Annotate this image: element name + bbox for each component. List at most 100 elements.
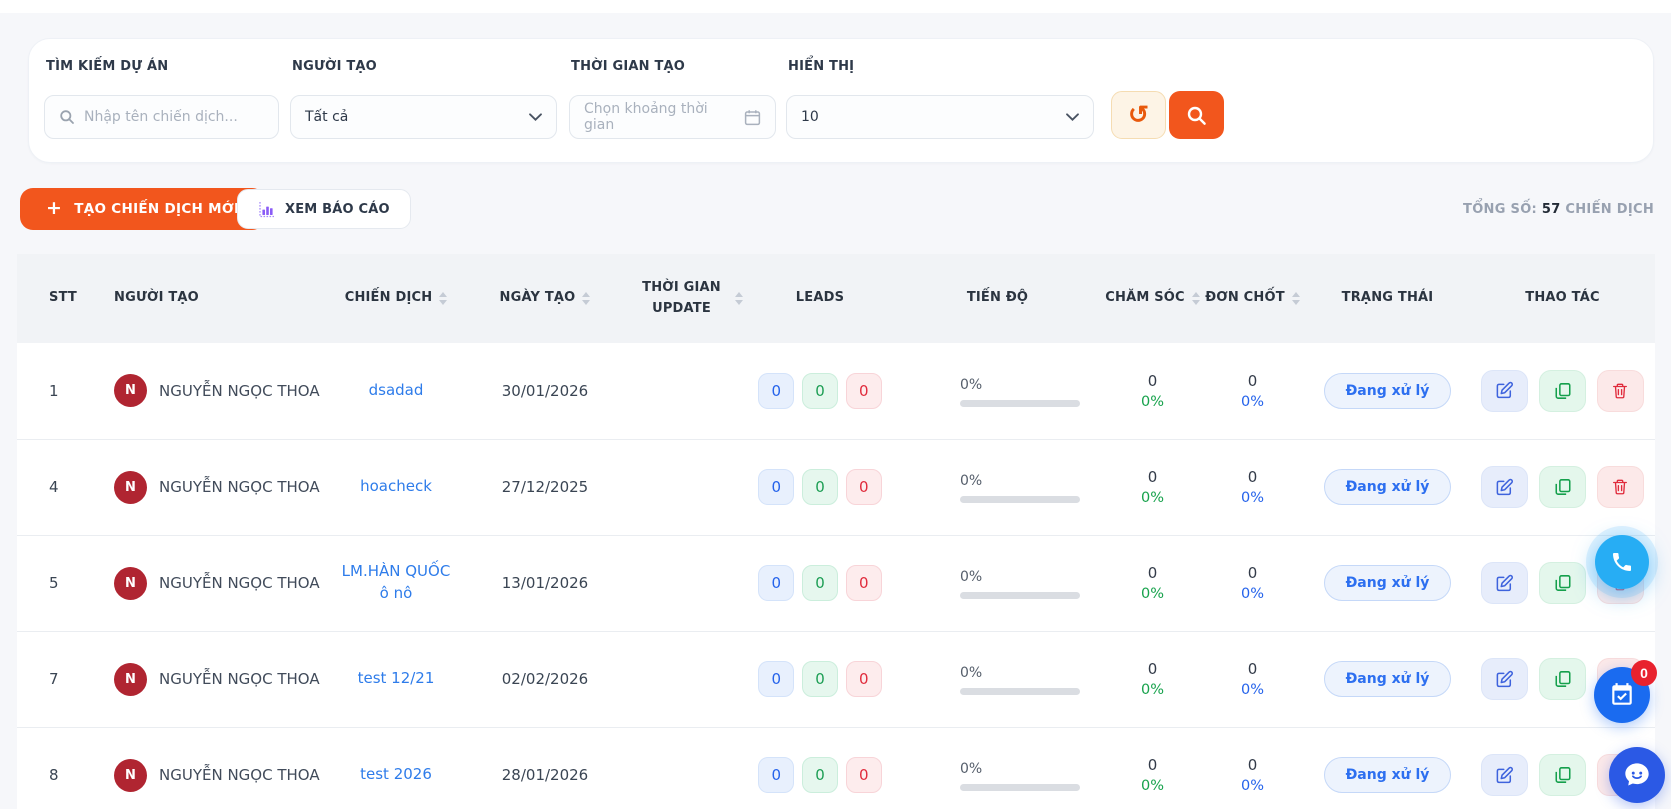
sort-icon[interactable] [1192, 292, 1200, 305]
date-range-input[interactable]: Chọn khoảng thời gian [569, 95, 776, 139]
header-status: TRẠNG THÁI [1305, 254, 1470, 343]
progress: 0% [960, 567, 1080, 599]
duplicate-button[interactable] [1539, 754, 1586, 796]
updated-date [628, 727, 750, 809]
chat-floating-button[interactable] [1609, 747, 1665, 803]
leads-cell: 0 0 0 [750, 727, 890, 809]
campaign-link[interactable]: LM.HÀN QUỐC ô nô [340, 561, 452, 605]
delete-button[interactable] [1597, 466, 1644, 508]
edit-button[interactable] [1481, 562, 1528, 604]
care-count: 0 [1105, 468, 1200, 486]
care-percent: 0% [1105, 490, 1200, 506]
sort-icon[interactable] [439, 292, 447, 305]
creator-cell: N NGUYỄN NGỌC THOA [114, 663, 330, 696]
campaign-link[interactable]: hoacheck [360, 476, 432, 498]
edit-pencil-icon [1495, 381, 1514, 400]
duplicate-button[interactable] [1539, 466, 1586, 508]
duplicate-button[interactable] [1539, 658, 1586, 700]
leads-new-badge: 0 [758, 757, 794, 793]
header-created[interactable]: NGÀY TẠO [462, 254, 628, 343]
campaign-link[interactable]: test 12/21 [358, 668, 435, 690]
header-closed[interactable]: ĐƠN CHỐT [1200, 254, 1305, 343]
status-badge: Đang xử lý [1324, 565, 1452, 601]
table-row: 7 N NGUYỄN NGỌC THOA test 12/21 02/02/20… [17, 631, 1655, 727]
header-care[interactable]: CHĂM SÓC [1105, 254, 1200, 343]
header-progress: TIẾN ĐỘ [890, 254, 1105, 343]
duplicate-button[interactable] [1539, 562, 1586, 604]
creator-select[interactable]: Tất cả [290, 95, 557, 139]
duplicate-button[interactable] [1539, 370, 1586, 412]
status-badge: Đang xử lý [1324, 757, 1452, 793]
copy-icon [1554, 382, 1572, 400]
closed-cell: 0 0% [1200, 564, 1305, 602]
avatar: N [114, 374, 147, 407]
search-text-input[interactable] [84, 109, 264, 125]
call-floating-button[interactable] [1595, 535, 1649, 589]
avatar: N [114, 759, 147, 792]
search-label: TÌM KIẾM DỰ ÁN [46, 59, 168, 74]
edit-pencil-icon [1495, 478, 1514, 497]
creator-name: NGUYỄN NGỌC THOA [159, 574, 320, 592]
leads-cell: 0 0 0 [750, 631, 890, 727]
delete-button[interactable] [1597, 370, 1644, 412]
status-badge: Đang xử lý [1324, 469, 1452, 505]
edit-button[interactable] [1481, 754, 1528, 796]
care-count: 0 [1105, 372, 1200, 390]
campaign-link[interactable]: dsadad [369, 380, 424, 402]
created-date: 28/01/2026 [462, 727, 628, 809]
edit-button[interactable] [1481, 658, 1528, 700]
progress-bar [960, 784, 1080, 791]
search-input[interactable] [44, 95, 279, 139]
table-row: 1 N NGUYỄN NGỌC THOA dsadad 30/01/2026 0… [17, 343, 1655, 439]
table-row: 8 N NGUYỄN NGỌC THOA test 2026 28/01/202… [17, 727, 1655, 809]
closed-count: 0 [1200, 564, 1305, 582]
sort-icon[interactable] [1292, 292, 1300, 305]
creator-name: NGUYỄN NGỌC THOA [159, 382, 320, 400]
create-campaign-button[interactable]: + TẠO CHIẾN DỊCH MỚI [20, 188, 265, 230]
updated-date [628, 631, 750, 727]
chevron-down-icon [529, 113, 542, 121]
created-time-field-group: THỜI GIAN TẠO Chọn khoảng thời gian [569, 39, 776, 164]
top-strip [0, 0, 1671, 13]
tasks-floating-button[interactable]: 0 [1594, 667, 1650, 723]
edit-pencil-icon [1495, 766, 1514, 785]
creator-cell: N NGUYỄN NGỌC THOA [114, 471, 330, 504]
page-size-label: HIỂN THỊ [788, 59, 854, 74]
campaign-link[interactable]: test 2026 [360, 764, 432, 786]
creator-field-group: NGƯỜI TẠO Tất cả [290, 39, 557, 164]
row-index: 4 [17, 439, 95, 535]
plus-icon: + [46, 199, 62, 218]
created-date: 30/01/2026 [462, 343, 628, 439]
edit-button[interactable] [1481, 466, 1528, 508]
copy-icon [1554, 574, 1572, 592]
edit-pencil-icon [1495, 670, 1514, 689]
search-icon [59, 109, 75, 125]
avatar: N [114, 663, 147, 696]
reset-filters-button[interactable]: ↺ [1111, 91, 1166, 139]
updated-date [628, 439, 750, 535]
copy-icon [1554, 478, 1572, 496]
closed-count: 0 [1200, 756, 1305, 774]
creator-cell: N NGUYỄN NGỌC THOA [114, 567, 330, 600]
created-date: 02/02/2026 [462, 631, 628, 727]
apply-search-button[interactable] [1169, 91, 1224, 139]
header-campaign[interactable]: CHIẾN DỊCH [330, 254, 462, 343]
care-percent: 0% [1105, 778, 1200, 794]
total-suffix: CHIẾN DỊCH [1565, 202, 1654, 217]
copy-icon [1554, 670, 1572, 688]
edit-pencil-icon [1495, 574, 1514, 593]
avatar: N [114, 471, 147, 504]
sort-icon[interactable] [735, 292, 743, 305]
table-row: 5 N NGUYỄN NGỌC THOA LM.HÀN QUỐC ô nô 13… [17, 535, 1655, 631]
progress-bar [960, 400, 1080, 407]
leads-new-badge: 0 [758, 373, 794, 409]
creator-label: NGƯỜI TẠO [292, 59, 377, 74]
closed-count: 0 [1200, 660, 1305, 678]
page-size-select[interactable]: 10 [786, 95, 1094, 139]
sort-icon[interactable] [582, 292, 590, 305]
view-report-button[interactable]: XEM BÁO CÁO [237, 189, 411, 229]
header-updated[interactable]: THỜI GIAN UPDATE [628, 254, 750, 343]
edit-button[interactable] [1481, 370, 1528, 412]
toolbar: + TẠO CHIẾN DỊCH MỚI XEM BÁO CÁO TỔNG SỐ… [0, 188, 1671, 232]
closed-percent: 0% [1200, 394, 1305, 410]
